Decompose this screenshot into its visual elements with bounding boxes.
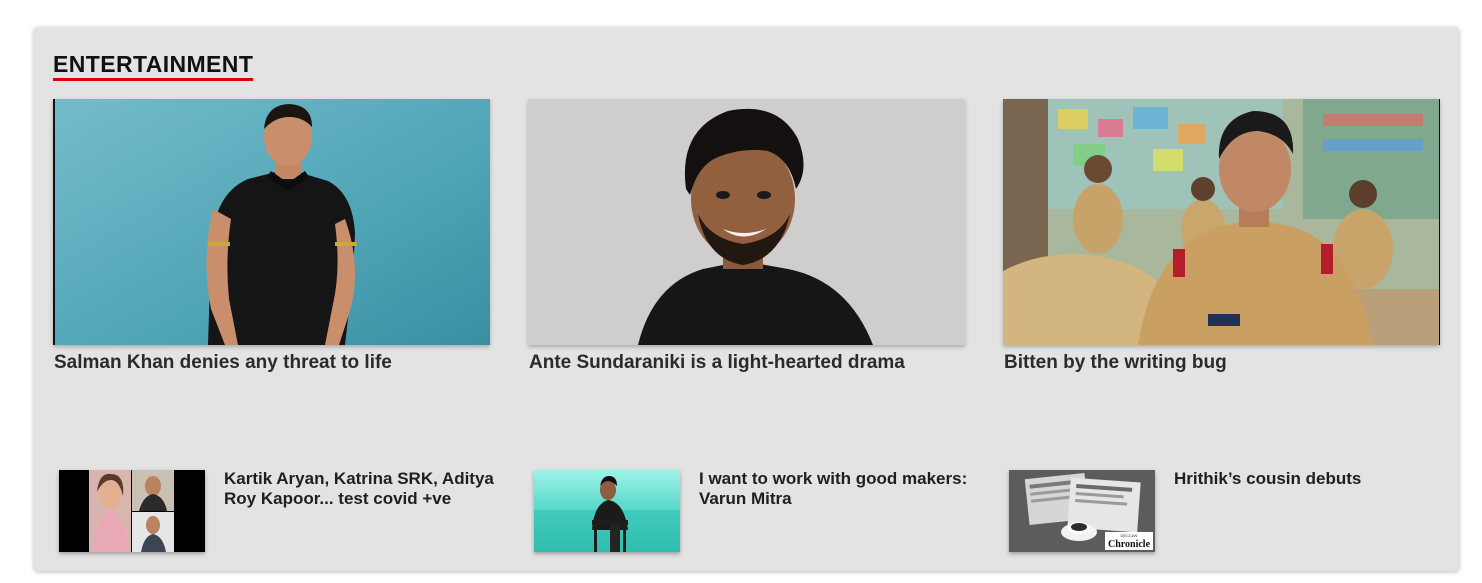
secondary-image-1[interactable] [59,470,205,552]
featured-image-1[interactable] [53,99,490,345]
secondary-image-3[interactable]: DECCAN Chronicle [1009,470,1155,552]
logo-small-text: DECCAN [1121,533,1138,538]
featured-image-3[interactable] [1003,99,1440,345]
secondary-story-2[interactable]: I want to work with good makers: Varun M… [534,469,974,552]
secondary-headline-1[interactable]: Kartik Aryan, Katrina SRK, Aditya Roy Ka… [224,469,494,509]
secondary-story-1[interactable]: Kartik Aryan, Katrina SRK, Aditya Roy Ka… [59,469,499,552]
featured-story-1[interactable]: Salman Khan denies any threat to life [53,99,490,374]
secondary-story-3[interactable]: DECCAN Chronicle Hrithik’s cousin debuts [1009,469,1449,552]
section-title: ENTERTAINMENT [53,51,254,81]
secondary-headline-3[interactable]: Hrithik’s cousin debuts [1174,469,1444,489]
secondary-headline-2[interactable]: I want to work with good makers: Varun M… [699,469,969,509]
entertainment-section: ENTERTAINMENT Salman Khan denies any thr… [34,27,1459,571]
featured-image-2[interactable] [528,99,965,345]
secondary-image-2[interactable] [534,470,680,552]
featured-story-3[interactable]: Bitten by the writing bug [1003,99,1440,374]
featured-headline-3[interactable]: Bitten by the writing bug [1004,352,1440,374]
featured-story-2[interactable]: Ante Sundaraniki is a light-hearted dram… [528,99,965,374]
featured-headline-1[interactable]: Salman Khan denies any threat to life [54,352,490,374]
featured-headline-2[interactable]: Ante Sundaraniki is a light-hearted dram… [529,352,965,374]
logo-text: Chronicle [1108,539,1151,550]
